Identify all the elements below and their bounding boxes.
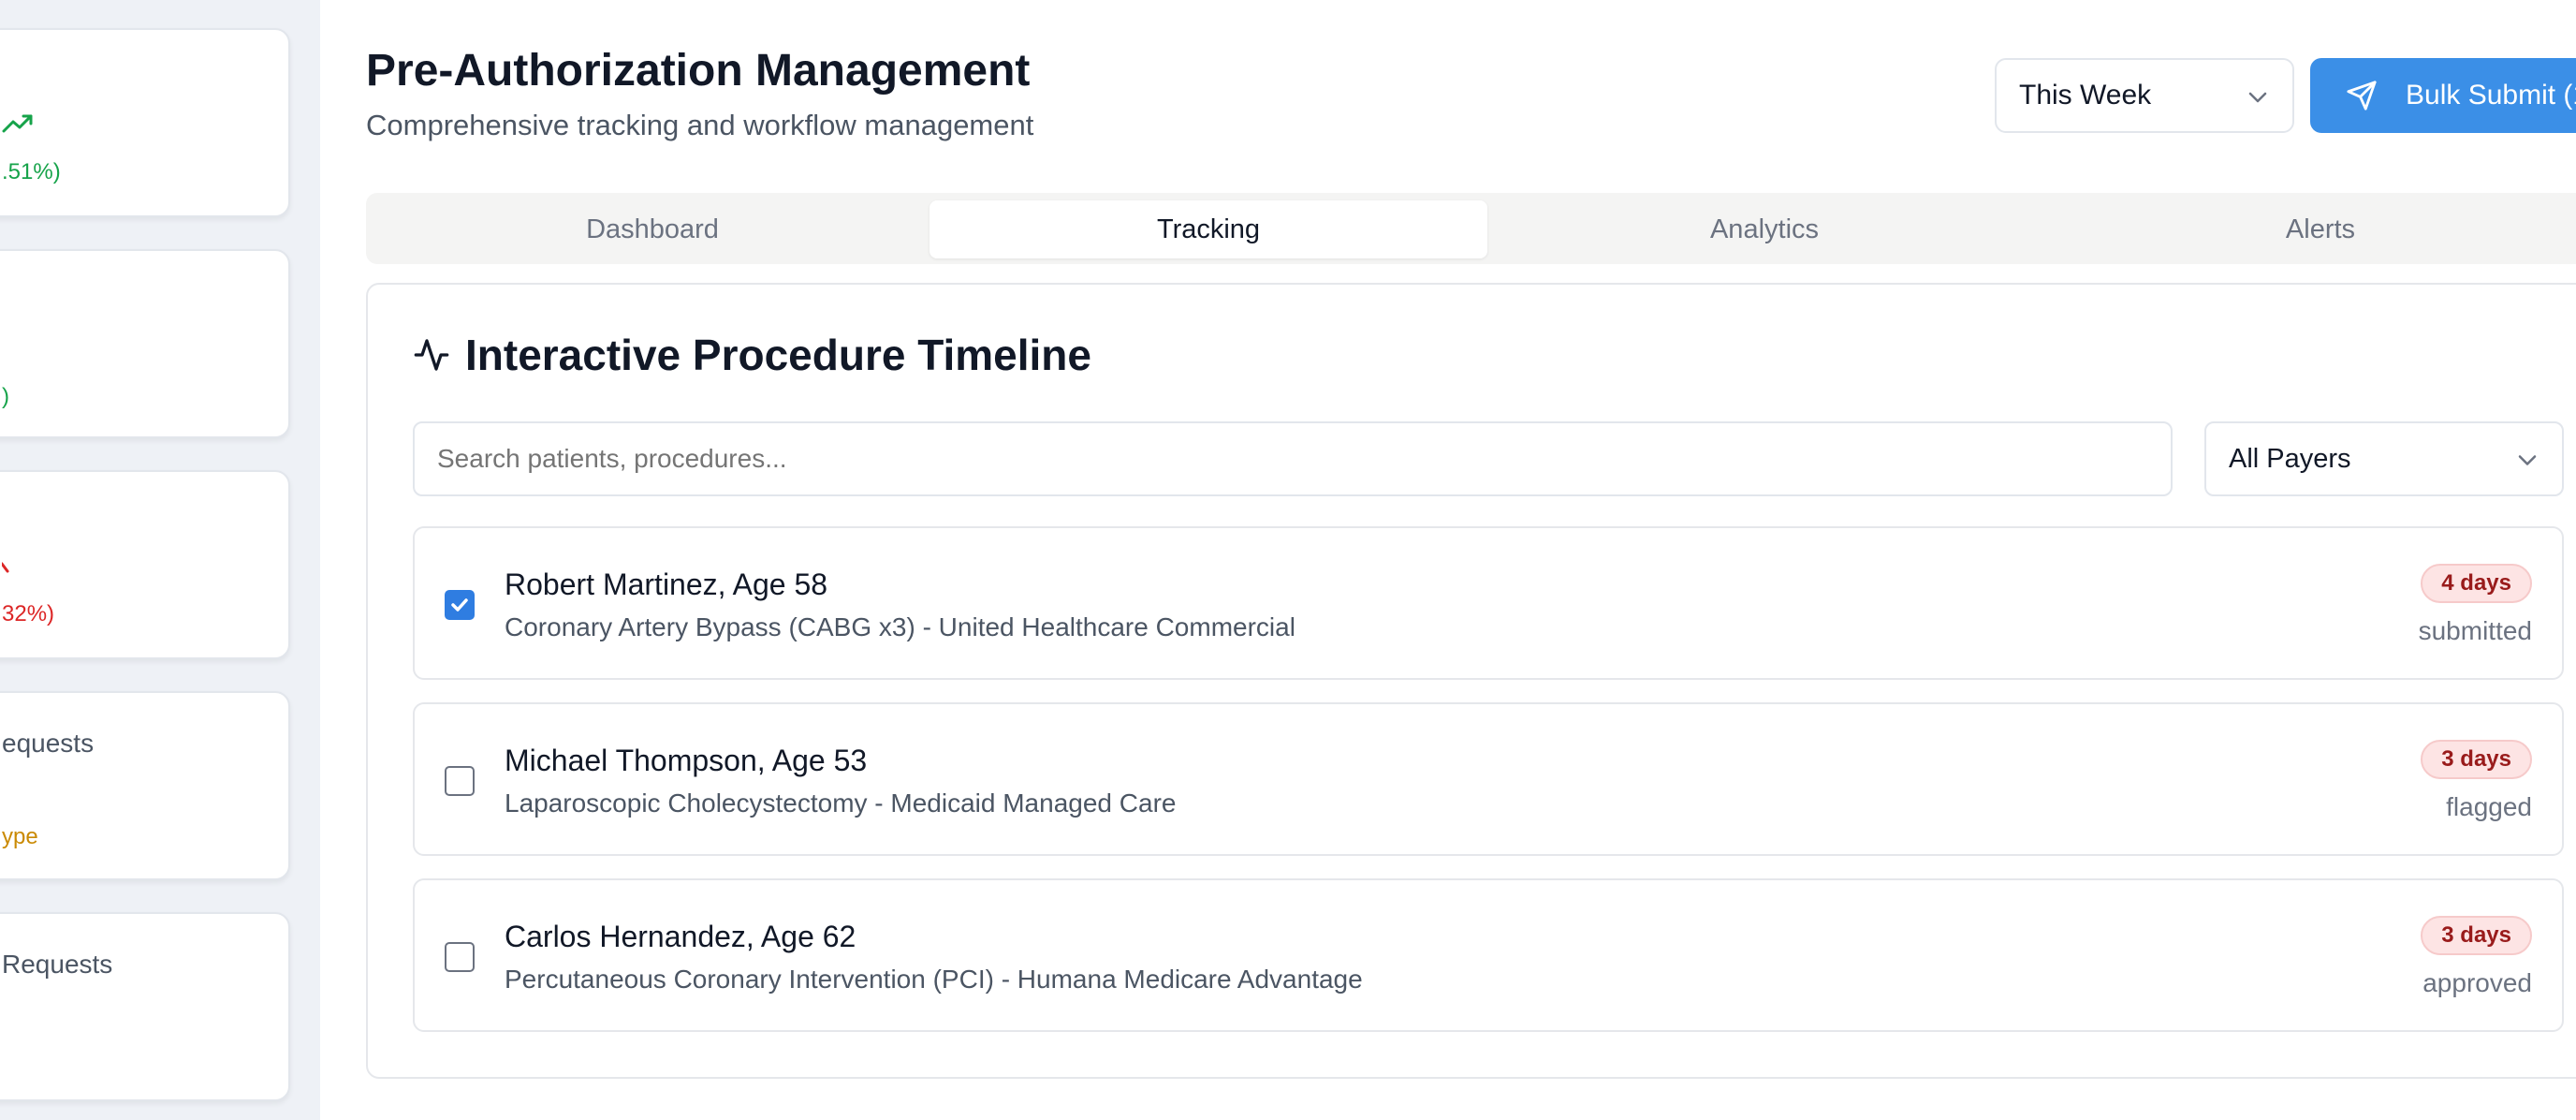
send-icon [2346, 80, 2378, 111]
metric-card[interactable]: 32%) [0, 470, 290, 659]
procedure-description: Percutaneous Coronary Intervention (PCI)… [505, 965, 1363, 994]
procedure-description: Laparoscopic Cholecystectomy - Medicaid … [505, 788, 1177, 818]
metric-card[interactable]: Requests [0, 912, 290, 1101]
tab-analytics[interactable]: Analytics [1486, 200, 2043, 258]
activity-icon [413, 336, 450, 374]
page-subtitle: Comprehensive tracking and workflow mana… [366, 109, 1034, 141]
procedure-status: approved [2422, 968, 2532, 997]
trending-down-icon [0, 560, 11, 580]
procedure-item[interactable]: Robert Martinez, Age 58 Coronary Artery … [413, 526, 2564, 680]
metric-title: equests [2, 729, 95, 758]
metric-card[interactable]: .51%) [0, 28, 290, 217]
metric-trend: ) [2, 384, 9, 409]
tab-alerts[interactable]: Alerts [2042, 200, 2576, 258]
bulk-submit-label: Bulk Submit (1) [2406, 80, 2576, 111]
procedure-timeline-panel: Interactive Procedure Timeline All Payer… [366, 283, 2576, 1079]
patient-name: Carlos Hernandez, Age 62 [505, 920, 856, 953]
metric-title: Requests [2, 950, 113, 979]
metric-trend: ype [2, 824, 38, 849]
payer-select[interactable]: All Payers [2204, 421, 2564, 496]
patient-name: Robert Martinez, Age 58 [505, 567, 828, 601]
days-badge: 3 days [2421, 740, 2532, 779]
main-content: Pre-Authorization Management Comprehensi… [320, 0, 2576, 1120]
metric-card[interactable]: equests ype [0, 691, 290, 880]
chevron-down-icon [2247, 80, 2268, 111]
tab-bar: Dashboard Tracking Analytics Alerts [366, 193, 2576, 264]
bulk-submit-button[interactable]: Bulk Submit (1) [2310, 58, 2576, 133]
panel-title: Interactive Procedure Timeline [413, 330, 1091, 380]
metric-trend: 32%) [2, 601, 55, 626]
payer-select-value: All Payers [2229, 443, 2351, 474]
check-icon [451, 598, 468, 612]
procedure-checkbox[interactable] [445, 766, 475, 796]
tab-dashboard[interactable]: Dashboard [373, 200, 931, 258]
procedure-item[interactable]: Carlos Hernandez, Age 62 Percutaneous Co… [413, 878, 2564, 1032]
procedure-checkbox[interactable] [445, 590, 475, 620]
procedure-checkbox[interactable] [445, 942, 475, 972]
metric-trend: .51%) [2, 159, 61, 184]
search-input[interactable] [413, 421, 2173, 496]
trending-up-icon [2, 112, 34, 140]
procedure-item[interactable]: Michael Thompson, Age 53 Laparoscopic Ch… [413, 702, 2564, 856]
procedure-status: flagged [2446, 792, 2532, 821]
days-badge: 3 days [2421, 916, 2532, 955]
page-title: Pre-Authorization Management [366, 46, 1031, 96]
period-select-value: This Week [2019, 80, 2152, 111]
panel-title-text: Interactive Procedure Timeline [465, 331, 1091, 379]
procedure-status: submitted [2418, 616, 2532, 645]
sidebar: .51%) ) 32%) equests ype Requests [0, 0, 320, 1120]
chevron-down-icon [2517, 444, 2538, 475]
patient-name: Michael Thompson, Age 53 [505, 744, 868, 777]
days-badge: 4 days [2421, 564, 2532, 603]
metric-card[interactable]: ) [0, 249, 290, 438]
period-select[interactable]: This Week [1995, 58, 2294, 133]
procedure-description: Coronary Artery Bypass (CABG x3) - Unite… [505, 612, 1295, 641]
tab-tracking[interactable]: Tracking [929, 200, 1487, 258]
